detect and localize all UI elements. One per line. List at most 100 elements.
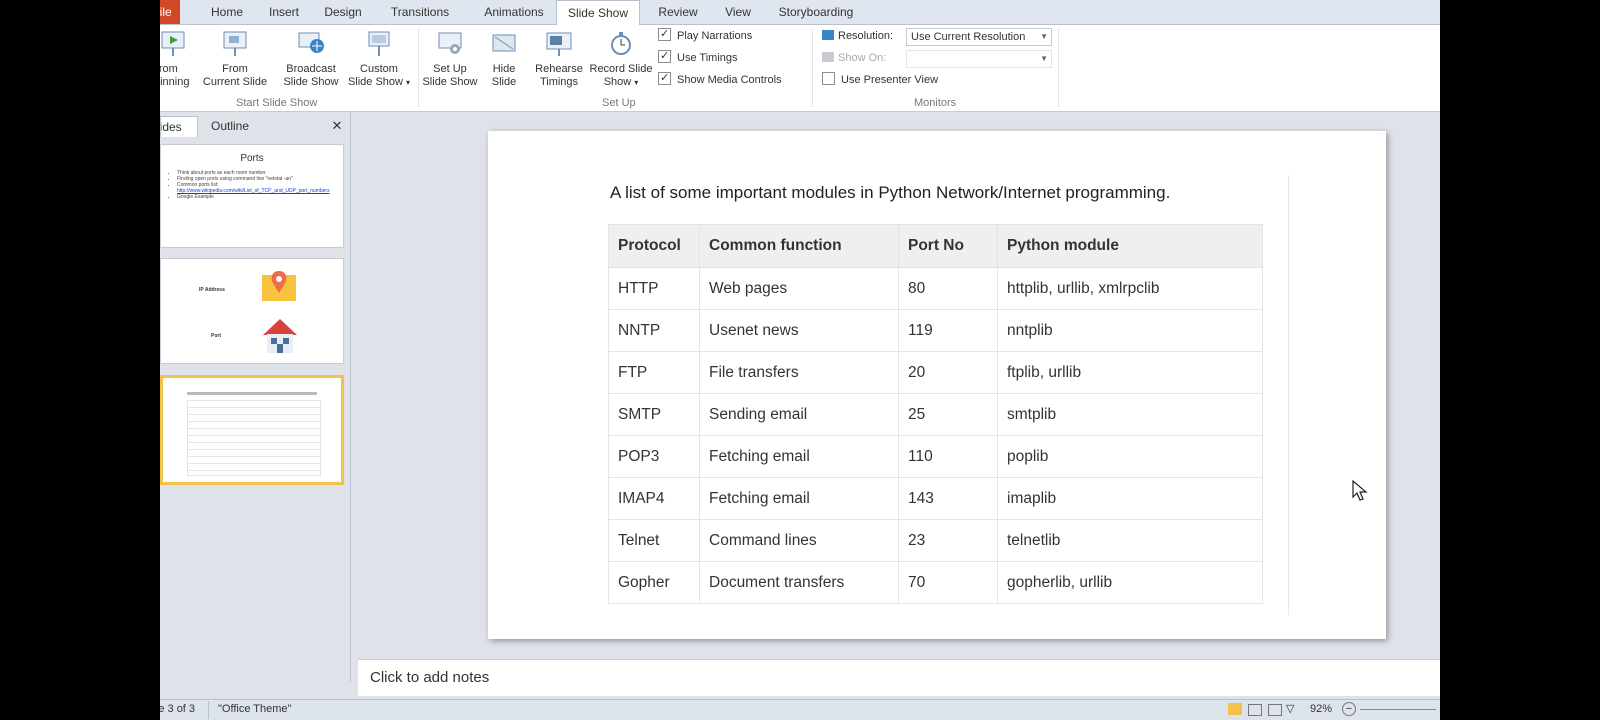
table-cell: 20 [898,351,998,394]
reading-view-icon[interactable] [1268,704,1282,716]
show-media-controls-checkbox[interactable]: Show Media Controls [658,70,782,88]
slideshow-play-icon [160,29,188,59]
checkbox-checked-icon [658,48,671,64]
table-cell: Command lines [699,519,899,562]
tab-insert[interactable]: Insert [262,0,306,24]
tab-slide-show[interactable]: Slide Show [556,0,640,26]
start-slide-show-group-label: Start Slide Show [236,97,318,109]
table-row: SMTP Sending email 25 smtplib [608,393,1263,436]
table-cell: HTTP [608,267,700,310]
setup-slideshow-icon [435,29,465,59]
table-cell: 25 [898,393,998,436]
ribbon-separator [1058,29,1059,107]
from-current-slide-button[interactable]: From Current Slide [200,29,270,89]
slide-counter: Slide 3 of 3 [160,703,196,715]
table-row: HTTP Web pages 80 httplib, urllib, xmlrpcli… [608,267,1263,310]
zoom-out-icon[interactable]: − [1342,702,1356,716]
column-header: Protocol [608,224,700,268]
custom-slideshow-icon [364,29,394,59]
modules-table[interactable]: Protocol Common function Port No Python … [608,224,1263,604]
table-cell: poplib [997,435,1263,478]
table-row: NNTP Usenet news 119 nntplib [608,309,1263,352]
ribbon-separator [418,29,419,107]
use-presenter-view-checkbox[interactable]: Use Presenter View [822,72,938,88]
thumb-bullet: Common ports list:http://www.wikipedia.c… [177,182,343,194]
chevron-down-icon: ▼ [1040,54,1048,63]
tab-animations[interactable]: Animations [472,0,556,24]
table-row: Gopher Document transfers 70 gopherlib, url… [608,561,1263,604]
broadcast-slide-show-button[interactable]: Broadcast Slide Show [278,29,344,89]
from-beginning-button[interactable]: FromBeginning [160,29,194,89]
table-cell: gopherlib, urllib [997,561,1263,604]
thumb-ip-label: IP Address [199,287,225,293]
table-cell: ftplib, urllib [997,351,1263,394]
tab-outline[interactable]: Outline [204,116,256,136]
table-cell: 119 [898,309,998,352]
tab-storyboarding[interactable]: Storyboarding [768,0,864,24]
tab-design[interactable]: Design [318,0,368,24]
table-row: Telnet Command lines 23 telnetlib [608,519,1263,562]
slide-canvas[interactable]: A list of some important modules in Pyth… [488,131,1386,639]
thumb-table [187,400,321,476]
hide-slide-button[interactable]: Hide Slide [484,29,524,89]
thumb-port-label: Port [211,333,221,339]
rehearse-timings-icon [544,29,574,59]
table-cell: Telnet [608,519,700,562]
table-cell: 80 [898,267,998,310]
record-slide-show-button[interactable]: Record Slide Show ▾ [586,29,656,89]
resolution-label: Resolution: [822,28,893,44]
set-up-group-label: Set Up [602,97,636,109]
house-icon [261,317,299,358]
tab-file[interactable]: File [160,0,180,24]
monitor-icon [822,30,834,40]
show-on-select[interactable]: ▼ [906,50,1052,68]
table-cell: Fetching email [699,477,899,520]
table-cell: 23 [898,519,998,562]
monitors-group-label: Monitors [914,97,957,109]
table-cell: 110 [898,435,998,478]
table-cell: Fetching email [699,435,899,478]
zoom-slider[interactable] [1360,709,1436,710]
slideshow-current-icon [220,29,250,59]
theme-name: "Office Theme" [218,703,292,715]
table-cell: 143 [898,477,998,520]
zoom-level[interactable]: 92% [1310,703,1332,715]
tab-review[interactable]: Review [650,0,706,24]
slide-thumbnail-3[interactable] [160,375,344,485]
table-cell: Sending email [699,393,899,436]
powerpoint-window: File Home Insert Design Transitions Anim… [160,0,1440,720]
slides-panel: Slides Outline ✕ Ports Think about ports… [160,112,351,682]
hide-slide-icon [489,29,519,59]
notes-pane[interactable]: Click to add notes [358,659,1440,696]
status-bar: Slide 3 of 3 "Office Theme" ▽ 92% − [160,699,1440,720]
ribbon-tab-bar: File Home Insert Design Transitions Anim… [160,0,1440,26]
map-pin-icon [261,269,297,306]
table-cell: imaplib [997,477,1263,520]
slide-sorter-icon[interactable] [1248,704,1262,716]
resolution-select[interactable]: Use Current Resolution ▼ [906,28,1052,46]
slide-thumbnail-2[interactable]: IP Address Port [160,258,344,364]
table-cell: File transfers [699,351,899,394]
tab-transitions[interactable]: Transitions [380,0,460,24]
slide-heading[interactable]: A list of some important modules in Pyth… [610,183,1170,203]
table-cell: 70 [898,561,998,604]
table-row: POP3 Fetching email 110 poplib [608,435,1263,478]
ribbon: FromBeginning FromCurrent Slide Broadcas… [160,25,1440,112]
use-timings-checkbox[interactable]: Use Timings [658,48,738,66]
tab-slides[interactable]: Slides [160,116,198,137]
custom-slide-show-button[interactable]: Custom Slide Show ▾ [344,29,414,89]
table-cell: Document transfers [699,561,899,604]
table-header-row: Protocol Common function Port No Python … [608,224,1263,268]
close-panel-icon[interactable]: ✕ [330,116,344,136]
normal-view-icon[interactable] [1228,703,1242,715]
tab-view[interactable]: View [718,0,758,24]
set-up-slide-show-button[interactable]: Set Up Slide Show [422,29,478,89]
column-header: Port No [898,224,998,268]
table-cell: smtplib [997,393,1263,436]
play-narrations-checkbox[interactable]: Play Narrations [658,26,752,44]
slideshow-view-icon[interactable]: ▽ [1286,702,1294,715]
rehearse-timings-button[interactable]: Rehearse Timings [532,29,586,89]
monitor-icon [822,52,834,62]
tab-home[interactable]: Home [204,0,250,24]
slide-thumbnail-1[interactable]: Ports Think about ports as each room num… [160,144,344,248]
